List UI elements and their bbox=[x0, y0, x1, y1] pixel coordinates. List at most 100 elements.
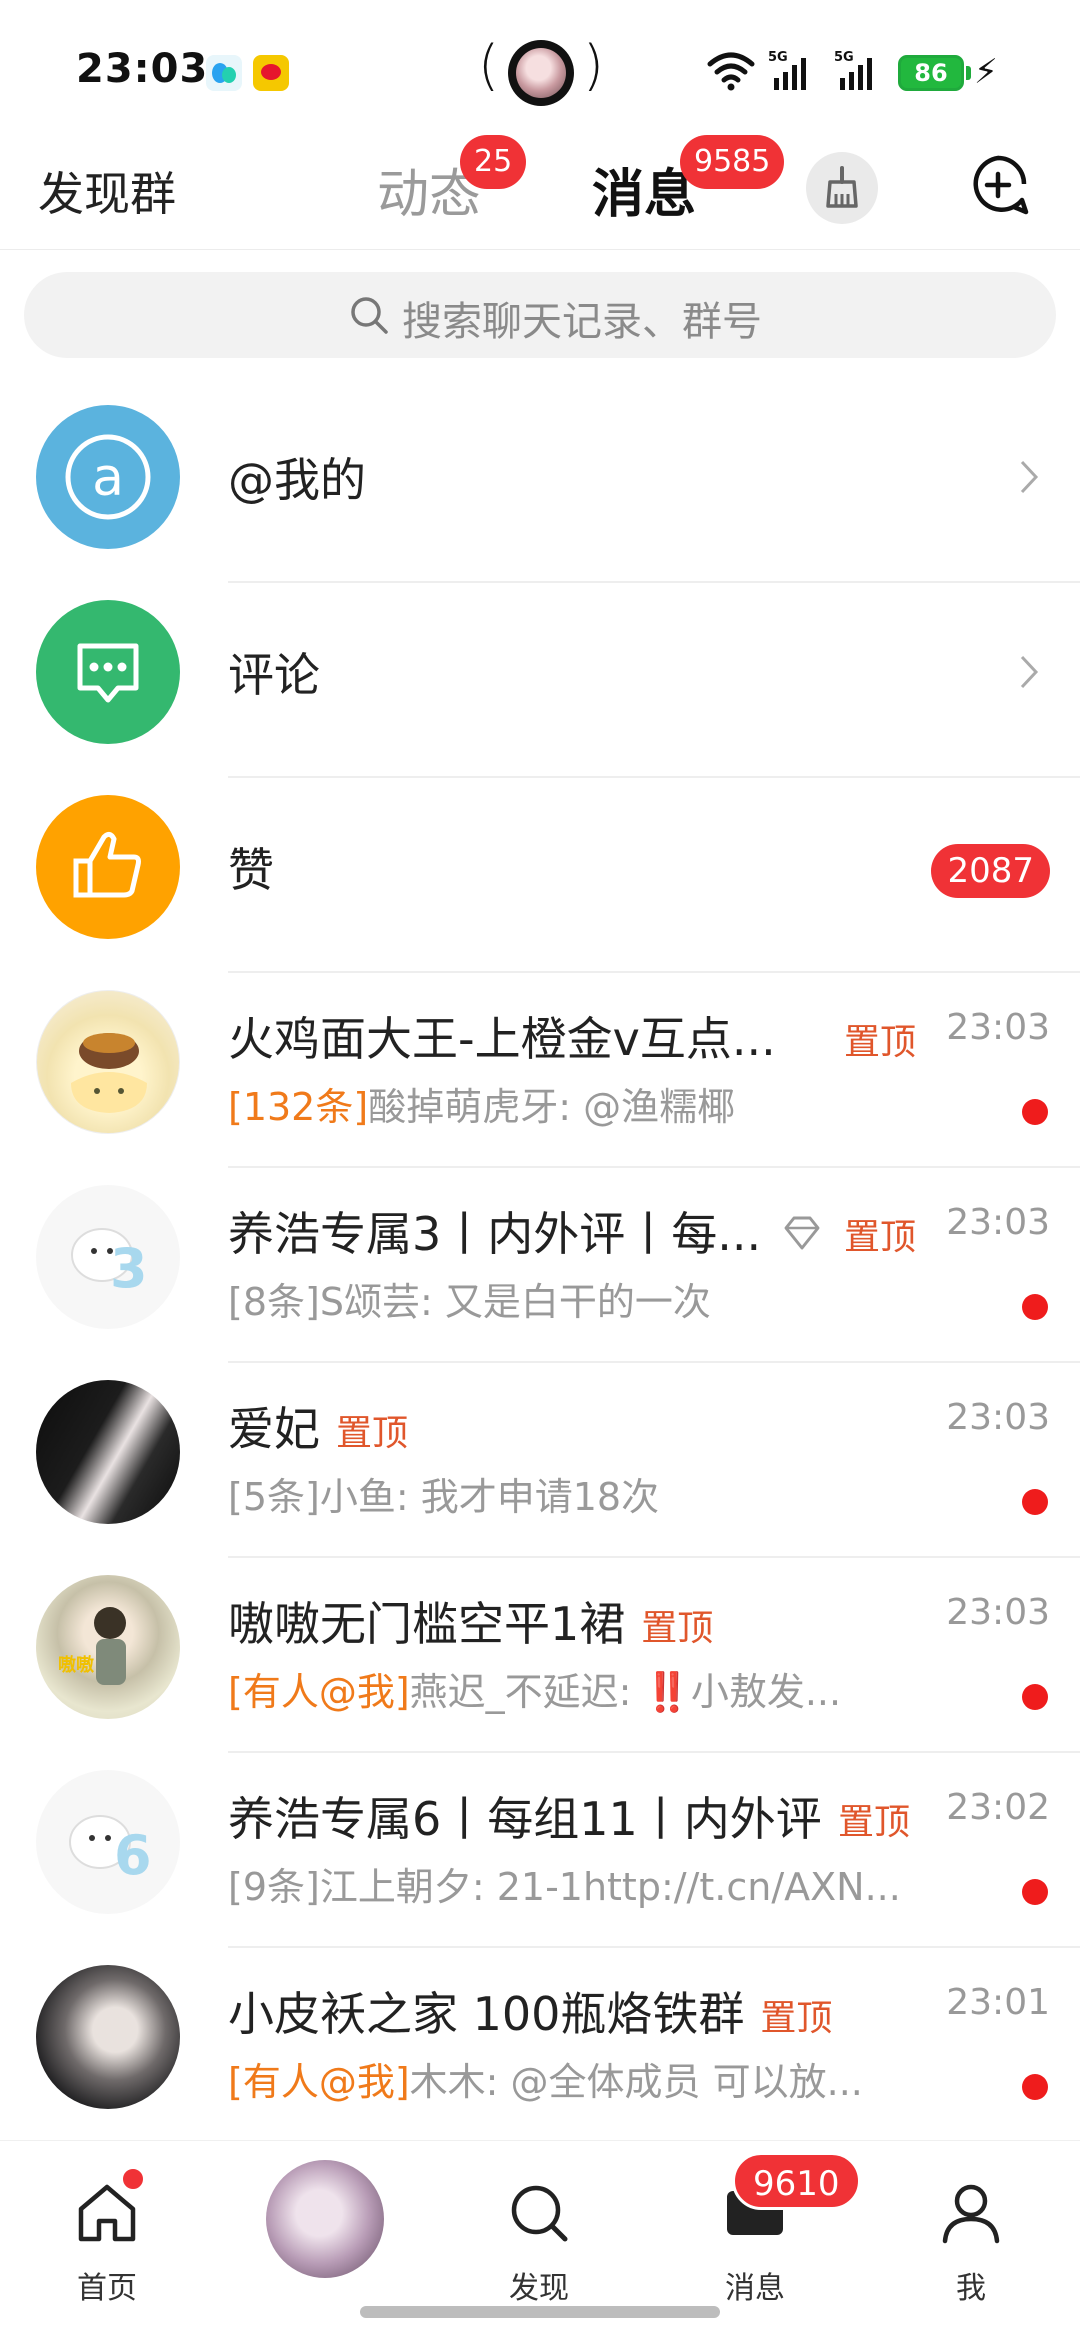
discover-search-icon bbox=[511, 2185, 568, 2242]
search-bar[interactable]: 搜索聊天记录、群号 bbox=[24, 272, 1056, 358]
chat-preview-text: 小鱼: 我才申请18次 bbox=[319, 1475, 660, 1519]
thumbs-up-icon bbox=[36, 795, 180, 939]
pinned-tag: 置顶 bbox=[844, 1022, 917, 1063]
mentions-item[interactable]: a @我的 bbox=[0, 388, 1080, 583]
chat-prefix: [有人@我] bbox=[228, 1670, 410, 1714]
clear-unread-button[interactable] bbox=[806, 152, 878, 224]
chevron-right-icon bbox=[1020, 655, 1039, 689]
chat-title: 养浩专属6丨每组11丨内外评 bbox=[228, 1792, 822, 1846]
chat-preview: [有人@我]木木: @全体成员 可以放... bbox=[228, 2051, 863, 2106]
comment-icon bbox=[36, 600, 180, 744]
chat-time: 23:03 bbox=[946, 1202, 1050, 1243]
search-icon bbox=[351, 297, 388, 334]
profile-icon bbox=[942, 2184, 1000, 2244]
chat-preview-text: 燕迟_不延迟: ‼️小敖发... bbox=[409, 1670, 842, 1714]
chat-row[interactable]: 嗷嗷 嗷嗷无门槛空平1裙 置顶 23:03 [有人@我]燕迟_不延迟: ‼️小敖发… bbox=[0, 1558, 1080, 1753]
unread-dot bbox=[1022, 1684, 1048, 1710]
chat-avatar: 3 bbox=[36, 1185, 180, 1329]
chat-title: 养浩专属3丨内外评丨每... bbox=[228, 1207, 762, 1261]
nav-home-label: 首页 bbox=[77, 2271, 137, 2306]
chat-row[interactable]: 3 养浩专属3丨内外评丨每... 置顶 23:03 [8条]S颂芸: 又是白干的… bbox=[0, 1168, 1080, 1363]
chat-row[interactable]: 爱妃 置顶 23:03 [5条]小鱼: 我才申请18次 bbox=[0, 1363, 1080, 1558]
chat-title: 小皮袄之家 100瓶烙铁群 置顶 bbox=[228, 1978, 832, 2044]
svg-text:5G: 5G bbox=[834, 50, 854, 65]
broom-icon bbox=[826, 166, 858, 208]
chat-preview-text: S颂芸: 又是白干的一次 bbox=[319, 1280, 711, 1324]
unread-dot bbox=[1022, 1489, 1048, 1515]
svg-text:嗷嗷: 嗷嗷 bbox=[58, 1654, 94, 1676]
pinned-tag: 置顶 bbox=[844, 1217, 917, 1258]
likes-count-badge: 2087 bbox=[931, 844, 1050, 898]
unread-dot bbox=[1022, 1879, 1048, 1905]
nav-discover-label: 发现 bbox=[509, 2271, 569, 2306]
chat-time: 23:02 bbox=[946, 1787, 1050, 1828]
pinned-tag: 置顶 bbox=[641, 1608, 714, 1649]
chat-title-text: 嗷嗷无门槛空平1裙 bbox=[228, 1597, 626, 1651]
svg-text:6: 6 bbox=[114, 1824, 152, 1887]
chat-row[interactable]: 火鸡面大王-上橙金v互点... 置顶 23:03 [132条]酸掉萌虎牙: @渔… bbox=[0, 973, 1080, 1168]
chat-prefix: [8条] bbox=[228, 1280, 320, 1324]
comments-label: 评论 bbox=[228, 648, 320, 702]
battery-level: 86 bbox=[898, 55, 964, 91]
at-icon: a bbox=[36, 405, 180, 549]
messages-badge: 9585 bbox=[680, 135, 785, 189]
chat-row[interactable]: 小皮袄之家 100瓶烙铁群 置顶 23:01 [有人@我]木木: @全体成员 可以… bbox=[0, 1948, 1080, 2143]
status-bar: 23:03 ( ) 5G 5G 86 ⚡ bbox=[0, 0, 1080, 140]
mentions-label: @我的 bbox=[228, 453, 366, 507]
pinned-tag: 置顶 bbox=[336, 1413, 409, 1454]
chat-avatar: 6 bbox=[36, 1770, 180, 1914]
battery-nub bbox=[966, 66, 971, 80]
dynamic-island: ( ) bbox=[478, 34, 604, 110]
chat-title-text: 爱妃 bbox=[228, 1402, 320, 1456]
chat-row[interactable]: 6 养浩专属6丨每组11丨内外评 置顶 23:02 [9条]江上朝夕: 21-1… bbox=[0, 1753, 1080, 1948]
unread-dot bbox=[1022, 2074, 1048, 2100]
weibo-notification-icon bbox=[253, 55, 289, 91]
app-notification-icon bbox=[206, 55, 242, 91]
chat-preview-text: 酸掉萌虎牙: @渔糯椰 bbox=[368, 1085, 736, 1129]
chat-time: 23:01 bbox=[946, 1982, 1050, 2023]
chat-title: 爱妃 置顶 bbox=[228, 1393, 408, 1459]
chat-preview-text: 江上朝夕: 21-1http://t.cn/AXN... bbox=[319, 1865, 901, 1909]
chat-prefix: [有人@我] bbox=[228, 2060, 410, 2104]
search-placeholder: 搜索聊天记录、群号 bbox=[402, 299, 762, 345]
chat-prefix: [9条] bbox=[228, 1865, 320, 1909]
new-chat-icon[interactable] bbox=[962, 150, 1034, 222]
chat-prefix: [132条] bbox=[228, 1085, 369, 1129]
diamond-icon bbox=[784, 1216, 820, 1250]
chat-title: 火鸡面大王-上橙金v互点... bbox=[228, 1012, 776, 1066]
chat-avatar bbox=[36, 1380, 180, 1524]
top-navigation: 发现群 动态 消息 bbox=[0, 140, 1080, 250]
chat-preview: [8条]S颂芸: 又是白干的一次 bbox=[228, 1271, 711, 1326]
discover-groups-link[interactable]: 发现群 bbox=[38, 158, 176, 224]
charging-icon: ⚡ bbox=[974, 52, 998, 92]
center-avatar-button[interactable] bbox=[266, 2160, 384, 2278]
chat-title-text: 小皮袄之家 100瓶烙铁群 bbox=[228, 1987, 745, 2041]
nav-messages-label: 消息 bbox=[725, 2271, 785, 2306]
chat-time: 23:03 bbox=[946, 1397, 1050, 1438]
chat-prefix: [5条] bbox=[228, 1475, 320, 1519]
chat-preview: [9条]江上朝夕: 21-1http://t.cn/AXN... bbox=[228, 1856, 901, 1911]
chat-avatar: 嗷嗷 bbox=[36, 1575, 180, 1719]
chat-title: 嗷嗷无门槛空平1裙 置顶 bbox=[228, 1588, 713, 1654]
chat-time: 23:03 bbox=[946, 1592, 1050, 1633]
chat-avatar bbox=[36, 1965, 180, 2109]
svg-text:3: 3 bbox=[110, 1237, 148, 1300]
svg-text:5G: 5G bbox=[768, 50, 788, 65]
comments-item[interactable]: 评论 bbox=[0, 583, 1080, 778]
chat-preview: [132条]酸掉萌虎牙: @渔糯椰 bbox=[228, 1076, 735, 1131]
chat-avatar bbox=[36, 990, 180, 1134]
svg-text:a: a bbox=[92, 448, 124, 508]
likes-label: 赞 bbox=[228, 843, 274, 897]
chat-preview-text: 木木: @全体成员 可以放... bbox=[409, 2060, 863, 2104]
unread-dot bbox=[1022, 1099, 1048, 1125]
wifi-icon bbox=[707, 52, 755, 91]
nav-profile-label: 我 bbox=[956, 2271, 986, 2306]
signal-5g-icon: 5G bbox=[768, 50, 806, 90]
messages-nav-badge: 9610 bbox=[732, 2152, 861, 2210]
pinned-tag: 置顶 bbox=[760, 1998, 833, 2039]
signal-5g-icon-2: 5G bbox=[834, 50, 872, 90]
status-time: 23:03 bbox=[76, 46, 209, 92]
home-unread-dot bbox=[120, 2166, 146, 2192]
home-indicator[interactable] bbox=[360, 2306, 720, 2318]
likes-item[interactable]: 赞 2087 bbox=[0, 778, 1080, 973]
